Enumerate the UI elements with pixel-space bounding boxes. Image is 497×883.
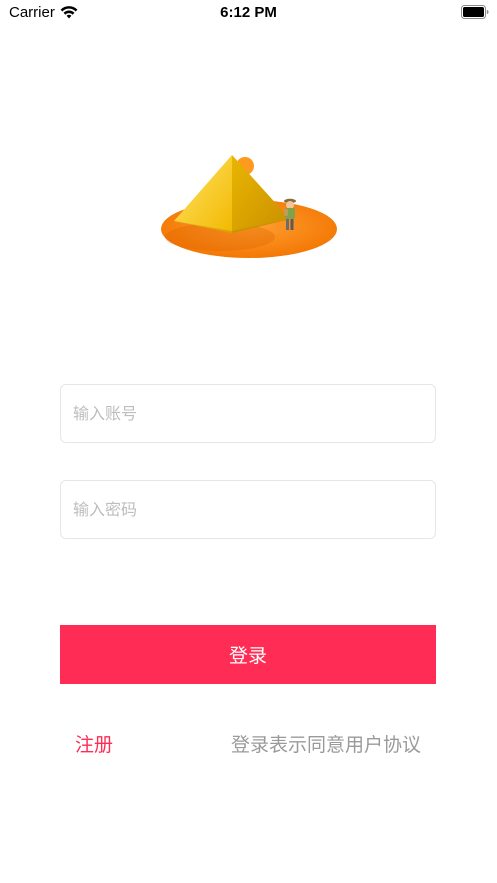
pyramid-left-face [174,155,232,233]
battery-icon [461,5,489,19]
register-link[interactable]: 注册 [75,730,113,757]
login-button-label: 登录 [228,645,267,667]
account-input[interactable] [73,385,423,442]
password-field[interactable] [60,480,436,539]
status-time: 6:12 PM [220,4,277,21]
account-field[interactable] [60,384,436,443]
user-agreement-link[interactable]: 登录表示同意用户协议 [231,730,421,757]
status-bar: Carrier 6:12 PM [0,0,497,26]
password-input[interactable] [73,481,423,538]
login-button[interactable]: 登录 [60,625,436,684]
pyramid-desert-illustration [161,155,337,258]
